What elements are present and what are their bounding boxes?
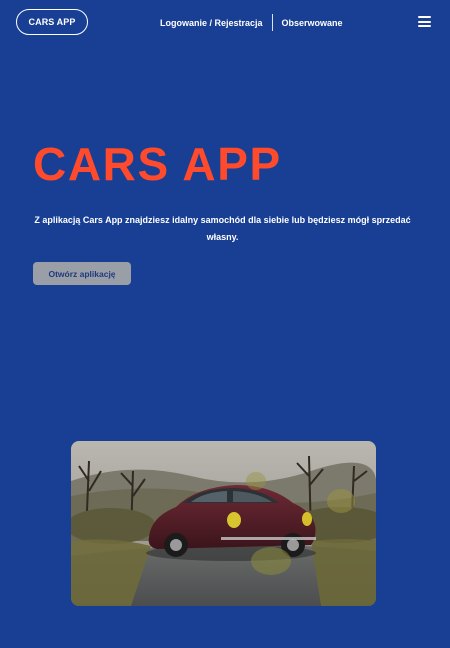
car-photo (71, 441, 376, 606)
hero-title: CARS APP (33, 138, 282, 190)
hamburger-icon[interactable] (418, 16, 431, 27)
nav-link-watched[interactable]: Obserwowane (282, 18, 343, 28)
nav-divider (271, 14, 273, 31)
hero-description: Z aplikacją Cars App znajdziesz idalny s… (34, 215, 411, 242)
logo-button[interactable]: CARS APP (16, 9, 88, 35)
top-nav: Logowanie / Rejestracja Obserwowane (160, 14, 343, 31)
page: CARS APP Logowanie / Rejestracja Obserwo… (0, 0, 450, 648)
car-photo-illustration (71, 441, 376, 606)
nav-link-login[interactable]: Logowanie / Rejestracja (160, 18, 263, 28)
open-app-button[interactable]: Otwórz aplikację (33, 262, 131, 285)
